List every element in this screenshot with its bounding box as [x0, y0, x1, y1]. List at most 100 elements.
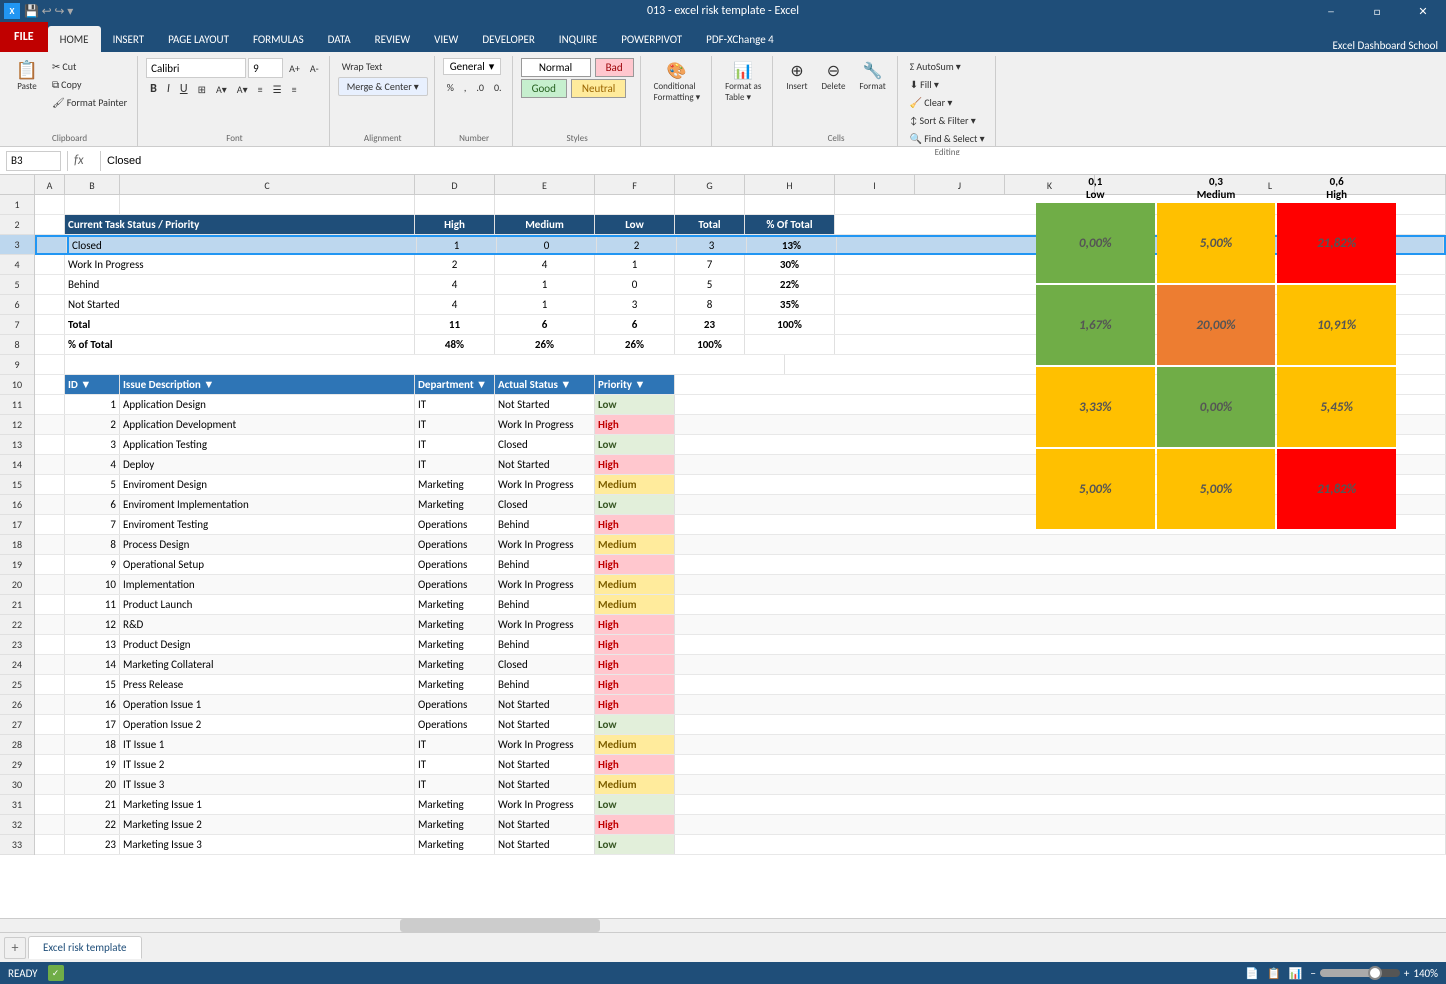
autosum-button[interactable]: Σ AutoSum ▾ [906, 58, 965, 75]
file-tab[interactable]: FILE [0, 22, 48, 52]
cell-id-row17[interactable]: 7 [65, 515, 120, 534]
cell-e3[interactable]: 0 [497, 237, 597, 253]
cell-a-row18[interactable] [35, 535, 65, 554]
cell-status-row19[interactable]: Behind [495, 555, 595, 574]
cell-g1[interactable] [675, 195, 745, 214]
paste-button[interactable]: 📋 Paste [8, 58, 46, 95]
cell-a-row23[interactable] [35, 635, 65, 654]
cell-id-row16[interactable]: 6 [65, 495, 120, 514]
cell-g3[interactable]: 3 [677, 237, 747, 253]
cell-status-row20[interactable]: Work In Progress [495, 575, 595, 594]
cell-dept-row13[interactable]: IT [415, 435, 495, 454]
cell-desc-row22[interactable]: R&D [120, 615, 415, 634]
cell-id-row12[interactable]: 2 [65, 415, 120, 434]
cell-a-row32[interactable] [35, 815, 65, 834]
cell-e1[interactable] [495, 195, 595, 214]
cell-a-row11[interactable] [35, 395, 65, 414]
cell-f7[interactable]: 6 [595, 315, 675, 334]
percent-btn[interactable]: % [443, 79, 458, 96]
tab-data[interactable]: DATA [316, 26, 363, 52]
cell-b4[interactable]: Work In Progress [65, 255, 415, 274]
cell-dept-row28[interactable]: IT [415, 735, 495, 754]
cell-id-row29[interactable]: 19 [65, 755, 120, 774]
cut-button[interactable]: ✂ Cut [48, 58, 131, 75]
cell-rest-row28[interactable] [675, 735, 1446, 754]
cell-id-row14[interactable]: 4 [65, 455, 120, 474]
cell-g4[interactable]: 7 [675, 255, 745, 274]
cell-f6[interactable]: 3 [595, 295, 675, 314]
cell-g6[interactable]: 8 [675, 295, 745, 314]
cell-desc-row11[interactable]: Application Design [120, 395, 415, 414]
cell-status-row30[interactable]: Not Started [495, 775, 595, 794]
italic-button[interactable]: I [163, 80, 174, 98]
cell-priority-row24[interactable]: High [595, 655, 675, 674]
cell-status-row33[interactable]: Not Started [495, 835, 595, 854]
cell-status-row11[interactable]: Not Started [495, 395, 595, 414]
tab-view[interactable]: VIEW [422, 26, 470, 52]
cell-h8[interactable] [745, 335, 835, 354]
cell-desc-row25[interactable]: Press Release [120, 675, 415, 694]
cell-desc-row29[interactable]: IT Issue 2 [120, 755, 415, 774]
cell-priority-row25[interactable]: High [595, 675, 675, 694]
cell-e6[interactable]: 1 [495, 295, 595, 314]
cell-status-row16[interactable]: Closed [495, 495, 595, 514]
cell-d4[interactable]: 2 [415, 255, 495, 274]
cell-a-row15[interactable] [35, 475, 65, 494]
cell-status-row23[interactable]: Behind [495, 635, 595, 654]
cell-id-row21[interactable]: 11 [65, 595, 120, 614]
cell-dept-row18[interactable]: Operations [415, 535, 495, 554]
cell-status-row18[interactable]: Work In Progress [495, 535, 595, 554]
zoom-slider[interactable] [1320, 969, 1400, 977]
cell-id-row31[interactable]: 21 [65, 795, 120, 814]
tab-inquire[interactable]: INQUIRE [547, 26, 609, 52]
cell-a-row28[interactable] [35, 735, 65, 754]
cell-id-row24[interactable]: 14 [65, 655, 120, 674]
cell-status-row31[interactable]: Work In Progress [495, 795, 595, 814]
cell-priority-row32[interactable]: High [595, 815, 675, 834]
cell-priority-row23[interactable]: High [595, 635, 675, 654]
cell-f2-low[interactable]: Low [595, 215, 675, 234]
cell-e10-status[interactable]: Actual Status ▼ [495, 375, 595, 394]
cell-desc-row27[interactable]: Operation Issue 2 [120, 715, 415, 734]
cell-a-row27[interactable] [35, 715, 65, 734]
cell-rest-row20[interactable] [675, 575, 1446, 594]
style-bad-box[interactable]: Bad [595, 58, 634, 77]
format-painter-button[interactable]: 🖌 Format Painter [48, 94, 131, 111]
cell-desc-row30[interactable]: IT Issue 3 [120, 775, 415, 794]
cell-status-row28[interactable]: Work In Progress [495, 735, 595, 754]
cell-desc-row28[interactable]: IT Issue 1 [120, 735, 415, 754]
zoom-out-icon[interactable]: − [1310, 967, 1315, 980]
tab-page-layout[interactable]: PAGE LAYOUT [156, 26, 241, 52]
cell-rest-row31[interactable] [675, 795, 1446, 814]
cell-status-row32[interactable]: Not Started [495, 815, 595, 834]
align-left-button[interactable]: ≡ [254, 81, 267, 98]
cell-desc-row18[interactable]: Process Design [120, 535, 415, 554]
zoom-in-icon[interactable]: + [1404, 967, 1409, 980]
cell-rest-row23[interactable] [675, 635, 1446, 654]
cell-a3[interactable] [37, 237, 67, 253]
cell-priority-row30[interactable]: Medium [595, 775, 675, 794]
cell-priority-row22[interactable]: High [595, 615, 675, 634]
cell-a5[interactable] [35, 275, 65, 294]
cell-desc-row13[interactable]: Application Testing [120, 435, 415, 454]
cell-rest-row27[interactable] [675, 715, 1446, 734]
cell-c1[interactable] [120, 195, 415, 214]
maximize-btn[interactable]: □ [1354, 0, 1400, 22]
cell-h3[interactable]: 13% [747, 237, 837, 253]
style-neutral-box[interactable]: Neutral [571, 79, 626, 98]
cell-dept-row23[interactable]: Marketing [415, 635, 495, 654]
cell-dept-row17[interactable]: Operations [415, 515, 495, 534]
scroll-thumb[interactable] [400, 919, 600, 932]
cell-f1[interactable] [595, 195, 675, 214]
cell-b5[interactable]: Behind [65, 275, 415, 294]
cell-f3[interactable]: 2 [597, 237, 677, 253]
cell-a-row14[interactable] [35, 455, 65, 474]
cell-priority-row31[interactable]: Low [595, 795, 675, 814]
cell-id-row15[interactable]: 5 [65, 475, 120, 494]
insert-cells-button[interactable]: ⊕ Insert [781, 58, 812, 95]
bold-button[interactable]: B [146, 80, 161, 98]
cell-rest-row21[interactable] [675, 595, 1446, 614]
copy-button[interactable]: ⧉ Copy [48, 76, 131, 93]
cell-b1[interactable] [65, 195, 120, 214]
cell-a-row12[interactable] [35, 415, 65, 434]
